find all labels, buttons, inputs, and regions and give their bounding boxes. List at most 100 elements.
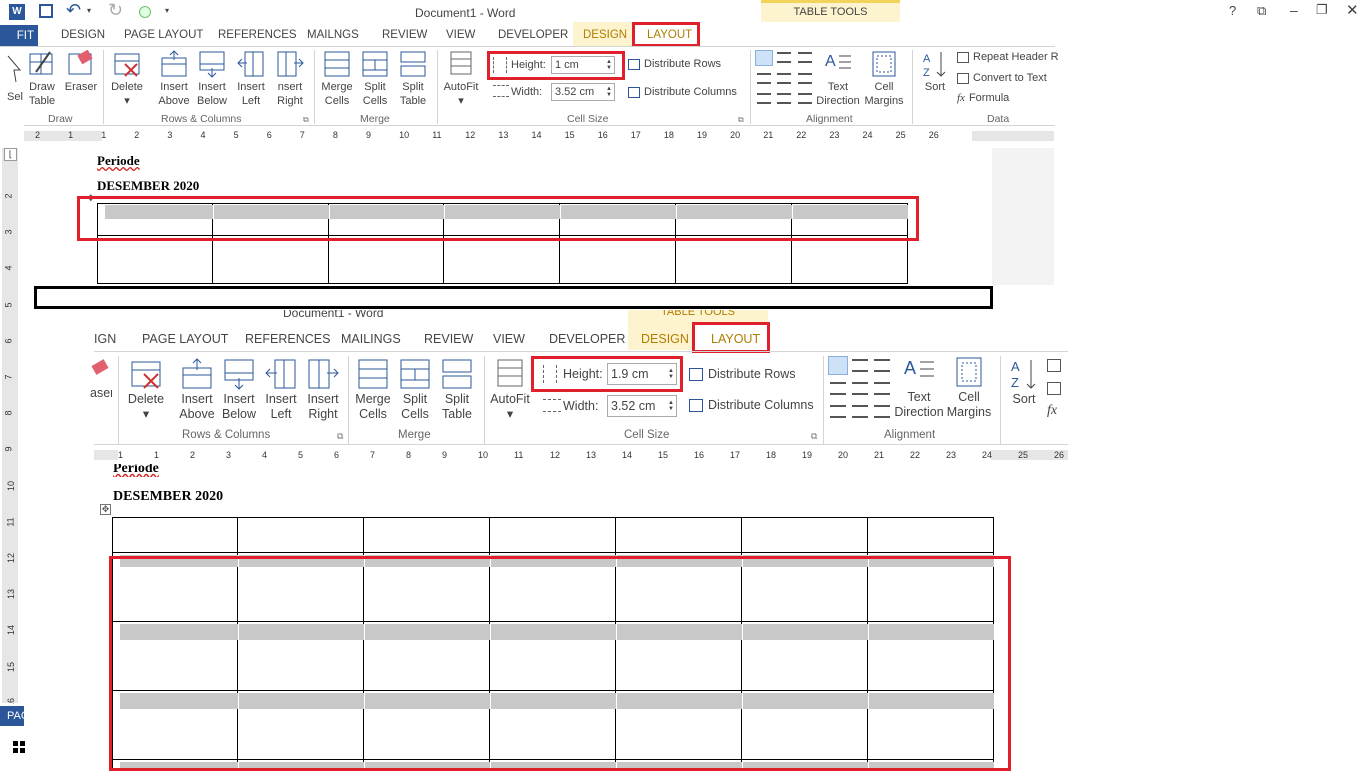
month-heading[interactable]: DESEMBER 2020 xyxy=(97,178,199,194)
bottom-eraser-button[interactable]: aser xyxy=(90,358,112,401)
top-table-cell[interactable] xyxy=(560,236,676,284)
top-table-cell[interactable] xyxy=(791,236,908,284)
formula-button[interactable]: fx Formula xyxy=(957,92,1009,104)
help-icon[interactable]: ? xyxy=(1229,3,1236,18)
windows-start-icon[interactable] xyxy=(13,741,25,753)
bottom-convert-to-text-icon[interactable] xyxy=(1047,382,1061,395)
align-middle-center-icon[interactable] xyxy=(777,73,791,84)
top-table-cell[interactable] xyxy=(676,236,792,284)
insert-below-button[interactable]: Insert Below xyxy=(195,50,229,108)
insert-left-button[interactable]: Insert Left xyxy=(234,50,268,108)
bottom-cell-size-launcher-icon[interactable]: ⧉ xyxy=(811,431,817,442)
bottom-table-cell[interactable] xyxy=(112,517,238,553)
bottom-text-direction-button[interactable]: A Text Direction xyxy=(893,356,945,420)
redo-icon[interactable]: ↻ xyxy=(108,0,123,21)
top-table-cell[interactable] xyxy=(97,236,213,284)
split-table-button[interactable]: Split Table xyxy=(396,50,430,108)
top-table-cell[interactable] xyxy=(328,236,445,284)
align-bottom-left-icon[interactable] xyxy=(757,93,771,104)
bottom-merge-cells-button[interactable]: Merge Cells xyxy=(353,358,393,422)
autofit-button[interactable]: AutoFit ▾ xyxy=(442,50,480,108)
autosave-icon[interactable] xyxy=(139,6,151,18)
bottom-delete-button[interactable]: Delete ▾ xyxy=(125,358,167,422)
tab-design-left[interactable]: DESIGN xyxy=(61,29,105,41)
bottom-split-cells-button[interactable]: Split Cells xyxy=(395,358,435,422)
bottom-split-table-button[interactable]: Split Table xyxy=(437,358,477,422)
bottom-month-heading[interactable]: DESEMBER 2020 xyxy=(113,489,223,505)
repeat-header-button[interactable]: Repeat Header R xyxy=(957,51,1059,63)
align-bottom-center-icon[interactable] xyxy=(777,93,791,104)
bottom-align-top-right-icon[interactable] xyxy=(874,359,890,372)
restore-icon[interactable]: ❐ xyxy=(1316,2,1328,18)
bottom-align-middle-left-icon[interactable] xyxy=(830,382,846,395)
distribute-columns-button[interactable]: Distribute Columns xyxy=(628,86,737,98)
file-tab[interactable]: FIT xyxy=(0,25,38,47)
bottom-table-cell[interactable] xyxy=(616,517,742,553)
bottom-tab-table-design[interactable]: DESIGN xyxy=(641,332,689,346)
tab-developer[interactable]: DEVELOPER xyxy=(498,29,568,41)
top-table-cell[interactable] xyxy=(444,236,561,284)
width-spinner-icon[interactable]: ▲ ▼ xyxy=(606,86,612,98)
bottom-tab-mailings[interactable]: MAILINGS xyxy=(341,332,401,346)
bottom-table-cell[interactable] xyxy=(364,517,490,553)
ribbon-display-icon[interactable]: ⧉ xyxy=(1257,3,1266,19)
sort-button[interactable]: AZ Sort xyxy=(918,50,952,94)
bottom-insert-below-button[interactable]: Insert Below xyxy=(219,358,259,422)
qat-customize-icon[interactable]: ▾ xyxy=(165,6,169,15)
bottom-sort-button[interactable]: AZ Sort xyxy=(1006,358,1042,407)
bottom-table-cell[interactable] xyxy=(238,517,364,553)
bottom-align-top-left-icon[interactable] xyxy=(828,356,848,375)
periode-text[interactable]: Periode xyxy=(97,153,140,169)
bottom-align-middle-center-icon[interactable] xyxy=(852,382,868,395)
bottom-tab-design-left[interactable]: IGN xyxy=(94,332,116,346)
bottom-formula-icon[interactable]: fx xyxy=(1047,403,1057,419)
bottom-width-spinner-icon[interactable]: ▲ ▼ xyxy=(668,400,674,412)
align-bottom-right-icon[interactable] xyxy=(798,93,812,104)
undo-icon[interactable]: ↶ xyxy=(66,0,81,21)
tab-review[interactable]: REVIEW xyxy=(382,29,427,41)
bottom-tab-view[interactable]: VIEW xyxy=(493,332,525,346)
rows-columns-launcher-icon[interactable]: ⧉ xyxy=(303,115,309,125)
tab-view[interactable]: VIEW xyxy=(446,29,475,41)
bottom-table-cell[interactable] xyxy=(490,517,616,553)
save-icon[interactable] xyxy=(39,4,53,18)
align-top-left-icon[interactable] xyxy=(755,50,773,66)
bottom-align-bottom-right-icon[interactable] xyxy=(874,405,890,418)
distribute-rows-button[interactable]: Distribute Rows xyxy=(628,58,721,70)
select-button[interactable]: Sel xyxy=(5,52,25,104)
bottom-distribute-columns-button[interactable]: Distribute Columns xyxy=(689,398,814,413)
close-icon[interactable]: ✕ xyxy=(1346,1,1359,19)
delete-button[interactable]: Delete ▾ xyxy=(110,50,144,108)
width-field[interactable]: 3.52 cm ▲ ▼ xyxy=(551,83,615,101)
merge-cells-button[interactable]: Merge Cells xyxy=(320,50,354,108)
convert-to-text-button[interactable]: Convert to Text xyxy=(957,72,1047,84)
tab-selector-icon[interactable]: ⌊ xyxy=(4,148,17,161)
bottom-align-bottom-left-icon[interactable] xyxy=(830,405,846,418)
bottom-tab-developer[interactable]: DEVELOPER xyxy=(549,332,625,346)
bottom-table-cell[interactable] xyxy=(868,517,994,553)
tab-mailings[interactable]: MAILNGS xyxy=(307,29,359,41)
align-middle-right-icon[interactable] xyxy=(798,73,812,84)
bottom-table-cell[interactable] xyxy=(742,517,868,553)
bottom-align-bottom-center-icon[interactable] xyxy=(852,405,868,418)
draw-table-button[interactable]: Draw Table xyxy=(26,50,58,108)
bottom-insert-right-button[interactable]: Insert Right xyxy=(303,358,343,422)
bottom-insert-above-button[interactable]: Insert Above xyxy=(177,358,217,422)
bottom-insert-left-button[interactable]: Insert Left xyxy=(261,358,301,422)
tab-table-design[interactable]: DESIGN xyxy=(583,29,627,41)
insert-above-button[interactable]: Insert Above xyxy=(157,50,191,108)
bottom-distribute-rows-button[interactable]: Distribute Rows xyxy=(689,367,796,382)
text-direction-button[interactable]: A Text Direction xyxy=(814,50,862,108)
bottom-align-middle-right-icon[interactable] xyxy=(874,382,890,395)
eraser-button[interactable]: Eraser xyxy=(63,50,99,94)
bottom-repeat-header-icon[interactable] xyxy=(1047,359,1061,372)
bottom-cell-margins-button[interactable]: Cell Margins xyxy=(945,356,993,420)
bottom-autofit-button[interactable]: AutoFit ▾ xyxy=(488,358,532,422)
bottom-width-field[interactable]: 3.52 cm ▲ ▼ xyxy=(607,395,677,417)
bottom-tab-page-layout[interactable]: PAGE LAYOUT xyxy=(142,332,228,346)
align-middle-left-icon[interactable] xyxy=(757,73,771,84)
bottom-align-top-center-icon[interactable] xyxy=(852,359,868,372)
insert-right-button[interactable]: nsert Right xyxy=(273,50,307,108)
bottom-tab-references[interactable]: REFERENCES xyxy=(245,332,330,346)
top-table-cell[interactable] xyxy=(212,236,329,284)
